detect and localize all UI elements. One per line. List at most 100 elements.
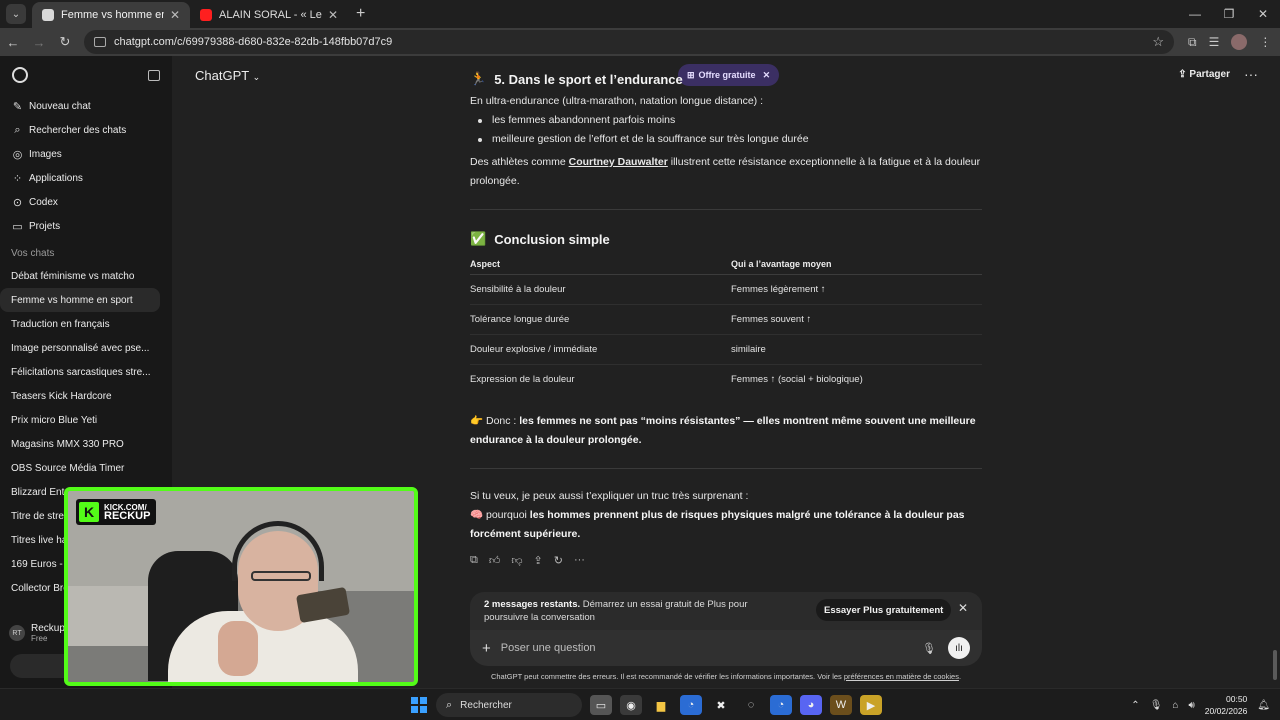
chat-item-active[interactable]: Femme vs homme en sport xyxy=(0,288,160,312)
task-view-icon[interactable]: ▭ xyxy=(590,695,612,715)
table-cell: Femmes légèrement ↑ xyxy=(731,274,982,305)
paragraph: Si tu veux, je peux aussi t’expliquer un… xyxy=(470,490,749,502)
volume-icon[interactable]: 🔊︎ xyxy=(1188,700,1194,711)
notification-icon[interactable]: 🔔︎ xyxy=(1257,700,1270,711)
edit-icon: ✎ xyxy=(12,100,23,113)
more-options-icon[interactable]: ··· xyxy=(1244,66,1258,82)
sidebar-item-search[interactable]: ⌕ Rechercher des chats xyxy=(0,118,172,142)
file-explorer-icon[interactable]: ▆ xyxy=(650,695,672,715)
app-icon[interactable]: ◔ xyxy=(770,695,792,715)
table-row: Tolérance longue durée Femmes souvent ↑ xyxy=(470,304,982,335)
sidebar-item-images[interactable]: ◎ Images xyxy=(0,142,172,166)
tab-youtube[interactable]: ALAIN SORAL - « Les hommes ✕ xyxy=(190,2,348,28)
section-heading: 🏃 5. Dans le sport et l’endurance xyxy=(470,71,683,87)
media-player-icon[interactable]: ▶ xyxy=(860,695,882,715)
back-icon[interactable]: ← xyxy=(0,35,26,50)
chat-item[interactable]: Teasers Kick Hardcore xyxy=(0,384,172,408)
chat-item[interactable]: OBS Source Média Timer xyxy=(0,456,172,480)
close-tab-icon[interactable]: ✕ xyxy=(170,8,180,22)
copy-icon[interactable]: ⧉ xyxy=(470,554,478,567)
close-window-icon[interactable]: ✕ xyxy=(1246,0,1280,28)
discord-icon[interactable]: ◕ xyxy=(800,695,822,715)
profile-avatar[interactable] xyxy=(1231,34,1248,50)
glasses xyxy=(251,571,311,581)
share-button[interactable]: ⇪ Partager xyxy=(1178,69,1230,80)
close-icon[interactable]: ✕ xyxy=(958,601,968,615)
divider xyxy=(470,209,982,210)
forward-icon[interactable]: → xyxy=(26,35,52,50)
table-row: Expression de la douleur Femmes ↑ (social… xyxy=(470,364,982,394)
app-icon[interactable]: ◔ xyxy=(680,695,702,715)
athlete-link[interactable]: Courtney Dauwalter xyxy=(569,156,668,168)
system-tray: ⌃ 🎙︎ ⌂ 🔊︎ 00:50 20/02/2026 🔔︎ xyxy=(1131,693,1270,717)
table-header: Qui a l’avantage moyen xyxy=(731,254,982,275)
extensions-icon[interactable]: ⧉ xyxy=(1188,35,1197,50)
sidebar-item-applications[interactable]: ⁘ Applications xyxy=(0,166,172,190)
kick-logo: K KICK.COM/ RECKUP xyxy=(76,499,157,525)
hand xyxy=(218,621,258,676)
sidebar-item-codex[interactable]: ⊙ Codex xyxy=(0,190,172,214)
prompt-input[interactable] xyxy=(500,642,923,654)
sidebar-item-projects[interactable]: ▭ Projets xyxy=(0,214,172,238)
windows-start-icon[interactable] xyxy=(411,697,427,713)
sidebar-toggle-icon[interactable] xyxy=(148,69,160,81)
scrollbar-thumb[interactable] xyxy=(1273,650,1277,680)
network-icon[interactable]: ⌂ xyxy=(1172,700,1178,711)
windows-taskbar: ⌕ Rechercher ▭ ◉ ▆ ◔ ✖ ◌ ◔ ◕ W ▶ ⌃ 🎙︎ ⌂ … xyxy=(0,688,1280,720)
youtube-favicon-icon xyxy=(200,9,212,21)
chevron-up-icon[interactable]: ⌃ xyxy=(1131,700,1139,711)
conclusion-heading: ✅ Conclusion simple xyxy=(470,231,610,247)
summary-paragraph: 👉 Donc : les femmes ne sont pas “moins r… xyxy=(470,415,976,446)
paragraph: Des athlètes comme Courtney Dauwalter il… xyxy=(470,156,981,187)
tab-list-icon[interactable]: ☰ xyxy=(1209,35,1220,49)
new-tab-button[interactable]: + xyxy=(356,5,365,23)
share-icon[interactable]: ⇪ xyxy=(534,554,543,567)
chat-item[interactable]: Image personnalisé avec pse... xyxy=(0,336,172,360)
sidebar-item-new-chat[interactable]: ✎ Nouveau chat xyxy=(0,94,172,118)
tab-search-button[interactable]: ⌄ xyxy=(6,4,26,24)
capcut-icon[interactable]: ✖ xyxy=(710,695,732,715)
chat-item[interactable]: Félicitations sarcastiques stre... xyxy=(0,360,172,384)
chrome-icon[interactable]: ◉ xyxy=(620,695,642,715)
cookie-preferences-link[interactable]: préférences en matière de cookies xyxy=(844,672,959,681)
url-field[interactable]: chatgpt.com/c/69979388-d680-832e-82db-14… xyxy=(84,30,1174,54)
table-header-row: Aspect Qui a l’avantage moyen xyxy=(470,254,982,275)
chat-item[interactable]: Magasins MMX 330 PRO xyxy=(0,432,172,456)
chat-item[interactable]: Prix micro Blue Yeti xyxy=(0,408,172,432)
openai-logo-icon[interactable] xyxy=(12,67,28,83)
minimize-icon[interactable]: — xyxy=(1178,0,1212,28)
table-header: Aspect xyxy=(470,254,731,275)
chat-item[interactable]: Débat féminisme vs matcho xyxy=(0,264,172,288)
bookmark-star-icon[interactable]: ☆ xyxy=(1152,34,1164,50)
assistant-message: 🏃 5. Dans le sport et l’endurance En ult… xyxy=(470,56,982,567)
webcam-overlay: K KICK.COM/ RECKUP xyxy=(64,487,418,686)
address-bar-row: ← → ↻ chatgpt.com/c/69979388-d680-832e-8… xyxy=(0,28,1280,56)
try-plus-button[interactable]: Essayer Plus gratuitement xyxy=(816,599,952,621)
warcraft-icon[interactable]: W xyxy=(830,695,852,715)
table-cell: Femmes ↑ (social + biologique) xyxy=(731,373,863,385)
tab-chatgpt[interactable]: Femme vs homme en sport ✕ xyxy=(32,2,190,28)
microphone-icon[interactable]: 🎙︎ xyxy=(1150,700,1163,711)
reload-icon[interactable]: ↻ xyxy=(52,34,78,50)
taskbar-search[interactable]: ⌕ Rechercher xyxy=(436,693,582,717)
microphone-icon[interactable]: 🎙︎ xyxy=(922,642,936,655)
browser-menu-icon[interactable]: ⋮ xyxy=(1259,35,1271,49)
clock[interactable]: 00:50 20/02/2026 xyxy=(1205,693,1248,717)
model-selector[interactable]: ChatGPT ⌄ xyxy=(195,68,260,83)
obs-icon[interactable]: ◌ xyxy=(740,695,762,715)
check-emoji: ✅ xyxy=(470,231,487,246)
more-icon[interactable]: ··· xyxy=(574,554,585,567)
site-info-icon[interactable] xyxy=(94,37,106,47)
maximize-icon[interactable]: ❐ xyxy=(1212,0,1246,28)
add-attachment-icon[interactable]: + xyxy=(482,640,491,657)
close-tab-icon[interactable]: ✕ xyxy=(328,8,338,22)
scrollbar[interactable] xyxy=(1272,62,1278,684)
chat-item[interactable]: Traduction en français xyxy=(0,312,172,336)
table-cell: Femmes souvent ↑ xyxy=(731,304,982,335)
thumbs-down-icon[interactable]: 👎︎ xyxy=(511,554,522,567)
voice-mode-button[interactable]: ılı xyxy=(948,637,970,659)
table-cell: Tolérance longue durée xyxy=(470,304,731,335)
regenerate-icon[interactable]: ↻ xyxy=(554,554,563,567)
thumbs-up-icon[interactable]: 👍︎ xyxy=(489,554,501,567)
avatar: RT xyxy=(9,625,25,641)
